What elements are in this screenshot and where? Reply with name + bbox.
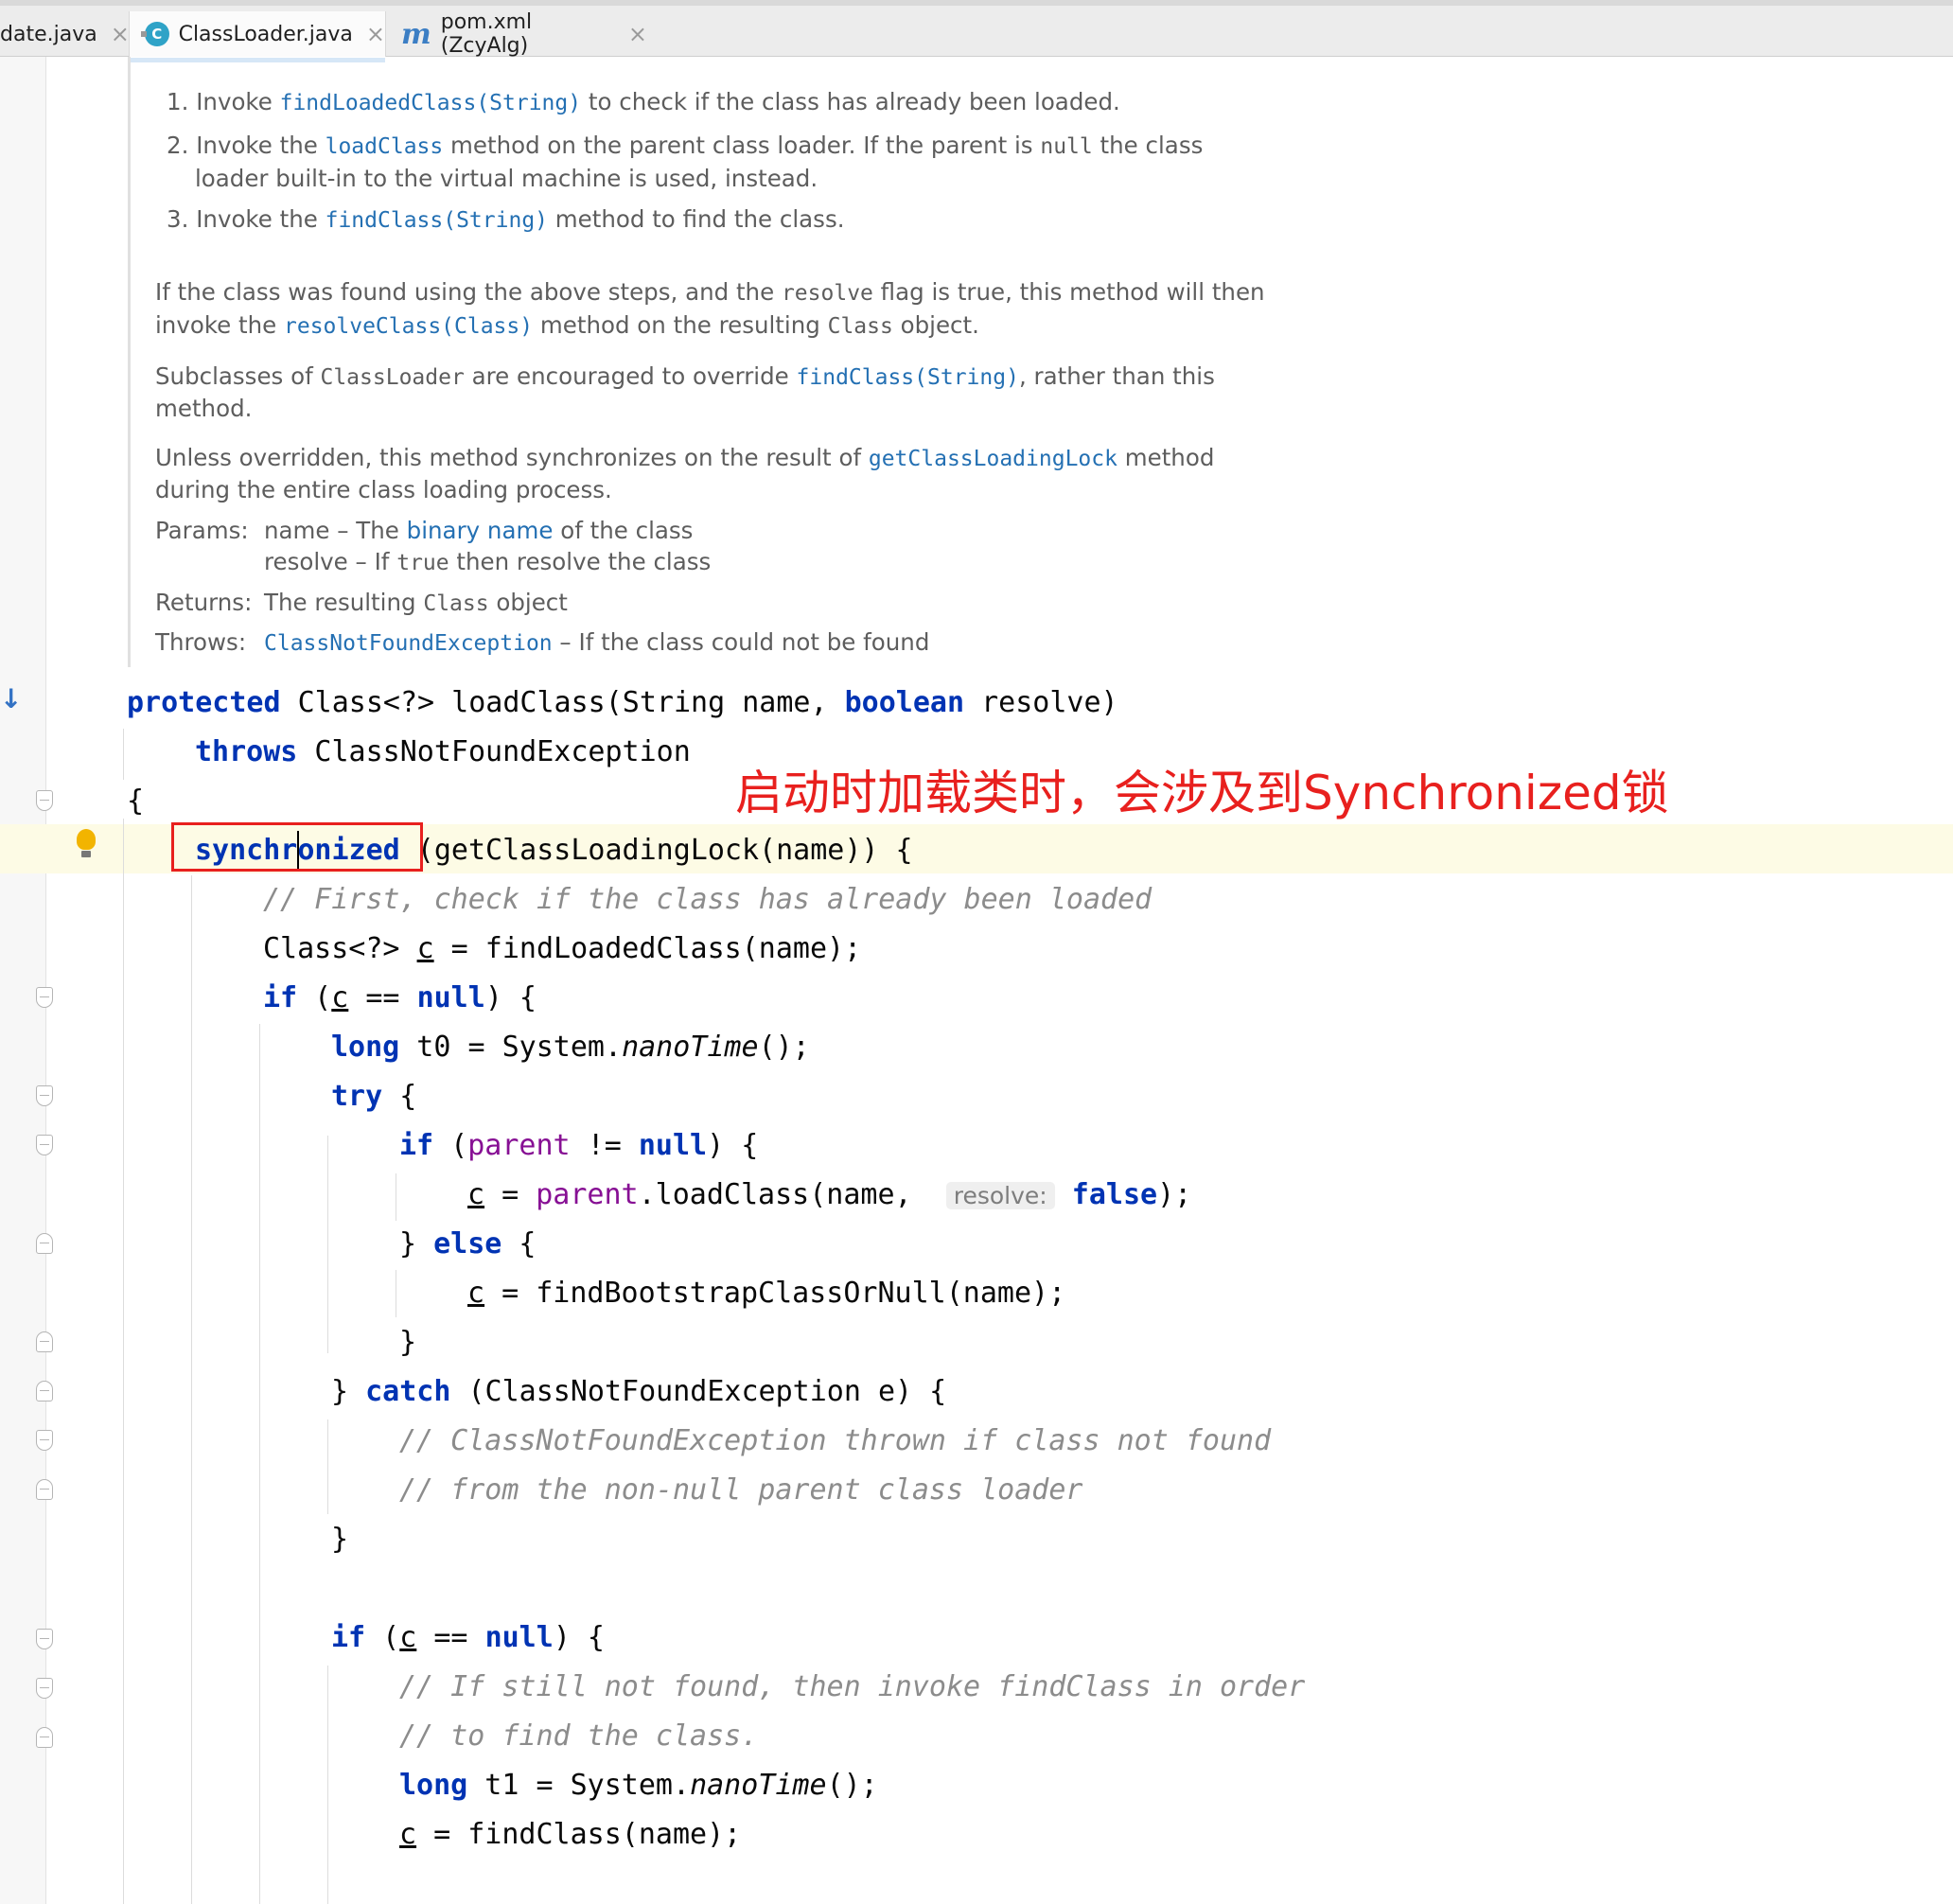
- code-line: c = parent.loadClass(name, resolve: fals…: [467, 1178, 1192, 1211]
- indent-guide: [327, 1136, 328, 1353]
- text-caret: [297, 831, 299, 869]
- doc-paragraph: during the entire class loading process.: [155, 476, 612, 503]
- indent-guide: [259, 1024, 260, 1904]
- code-line: }: [399, 1326, 417, 1359]
- fold-marker-icon[interactable]: [36, 1430, 53, 1451]
- tab-date-java[interactable]: date.java ×: [0, 11, 130, 57]
- doc-link[interactable]: resolveClass(Class): [284, 314, 533, 339]
- doc-link[interactable]: findClass(String): [326, 208, 548, 233]
- doc-link[interactable]: findClass(String): [797, 365, 1019, 390]
- code-line: try {: [331, 1080, 417, 1113]
- lightbulb-icon[interactable]: [76, 829, 97, 861]
- doc-link[interactable]: loadClass: [326, 134, 444, 159]
- code-line: if (c == null) {: [331, 1621, 605, 1654]
- doc-list-item-1: 1. Invoke findLoadedClass(String) to che…: [167, 88, 1120, 115]
- tab-label: ClassLoader.java: [178, 22, 353, 46]
- code-line: throws ClassNotFoundException: [195, 735, 691, 768]
- fold-marker-icon[interactable]: [36, 1135, 53, 1155]
- fold-marker-icon[interactable]: [36, 1678, 53, 1699]
- code-comment: // ClassNotFoundException thrown if clas…: [399, 1424, 1272, 1457]
- code-line: c = findClass(name);: [399, 1818, 742, 1851]
- code-line: Class<?> c = findLoadedClass(name);: [263, 932, 862, 965]
- code-line: long t0 = System.nanoTime();: [331, 1031, 810, 1064]
- doc-link[interactable]: getClassLoadingLock: [869, 447, 1117, 471]
- code-comment: // If still not found, then invoke findC…: [399, 1670, 1306, 1703]
- close-icon[interactable]: ×: [111, 21, 130, 47]
- override-arrow-icon[interactable]: ↓: [0, 683, 22, 714]
- quick-documentation: 1. Invoke findLoadedClass(String) to che…: [128, 57, 1323, 667]
- doc-paragraph: Subclasses of ClassLoader are encouraged…: [155, 362, 1215, 390]
- tab-classloader-java[interactable]: C ClassLoader.java ×: [129, 11, 386, 62]
- doc-returns: The resulting Class object: [264, 589, 568, 616]
- class-icon: C: [141, 22, 169, 46]
- code-line: }: [331, 1523, 349, 1556]
- code-line: } catch (ClassNotFoundException e) {: [331, 1375, 947, 1408]
- parameter-hint: resolve:: [945, 1182, 1055, 1209]
- code-line: if (c == null) {: [263, 981, 537, 1014]
- indent-guide: [191, 875, 192, 1904]
- doc-throws: ClassNotFoundException – If the class co…: [264, 628, 930, 656]
- indent-guide: [327, 1419, 328, 1514]
- doc-link[interactable]: findLoadedClass(String): [280, 91, 582, 115]
- doc-paragraph: invoke the resolveClass(Class) method on…: [155, 311, 979, 339]
- editor-tab-bar: date.java × C ClassLoader.java × m pom.x…: [0, 0, 1953, 62]
- doc-paragraph: Unless overridden, this method synchroni…: [155, 444, 1215, 471]
- doc-throws-label: Throws:: [155, 628, 247, 656]
- doc-link[interactable]: binary name: [407, 517, 554, 544]
- doc-list-item-3: 3. Invoke the findClass(String) method t…: [167, 205, 845, 233]
- close-icon[interactable]: ×: [366, 21, 385, 47]
- tab-label: pom.xml (ZcyAlg): [440, 10, 533, 58]
- doc-param: resolve – If true then resolve the class: [264, 548, 712, 575]
- doc-list-item-2-cont: loader built-in to the virtual machine i…: [195, 165, 818, 192]
- doc-paragraph: method.: [155, 395, 253, 422]
- code-line: c = findBootstrapClassOrNull(name);: [467, 1277, 1066, 1310]
- code-comment: // from the non-null parent class loader: [399, 1473, 1083, 1507]
- fold-marker-icon[interactable]: [36, 1727, 53, 1748]
- tab-label: date.java: [0, 22, 97, 46]
- code-comment: // First, check if the class has already…: [263, 883, 1152, 916]
- annotation-text: 启动时加载类时，会涉及到Synchronized锁: [735, 766, 1669, 820]
- code-line: protected Class<?> loadClass(String name…: [127, 686, 1118, 719]
- code-line: if (parent != null) {: [399, 1129, 759, 1162]
- tab-pom-xml[interactable]: m pom.xml (ZcyAlg) ×: [401, 10, 647, 58]
- maven-icon: m: [401, 17, 431, 51]
- code-comment: // to find the class.: [399, 1719, 759, 1753]
- doc-returns-label: Returns:: [155, 589, 253, 616]
- fold-marker-icon[interactable]: [36, 1233, 53, 1254]
- code-line: {: [127, 785, 145, 818]
- fold-marker-icon[interactable]: [36, 1381, 53, 1402]
- indent-guide: [123, 729, 124, 780]
- fold-marker-icon[interactable]: [36, 1629, 53, 1649]
- indent-guide: [123, 819, 124, 1904]
- close-icon[interactable]: ×: [628, 21, 647, 47]
- doc-link[interactable]: ClassNotFoundException: [264, 631, 553, 656]
- code-line: } else {: [399, 1227, 537, 1261]
- fold-marker-icon[interactable]: [36, 1085, 53, 1106]
- doc-list-item-2: 2. Invoke the loadClass method on the pa…: [167, 132, 1204, 159]
- fold-marker-icon[interactable]: [36, 987, 53, 1008]
- indent-guide: [327, 1666, 328, 1904]
- doc-param: name – The binary name of the class: [264, 517, 694, 544]
- code-line: long t1 = System.nanoTime();: [399, 1769, 878, 1802]
- fold-marker-icon[interactable]: [36, 1479, 53, 1500]
- fold-marker-icon[interactable]: [36, 790, 53, 811]
- doc-paragraph: If the class was found using the above s…: [155, 278, 1265, 306]
- editor-gutter: [0, 57, 46, 1904]
- fold-marker-icon[interactable]: [36, 1331, 53, 1352]
- doc-params-label: Params:: [155, 517, 249, 544]
